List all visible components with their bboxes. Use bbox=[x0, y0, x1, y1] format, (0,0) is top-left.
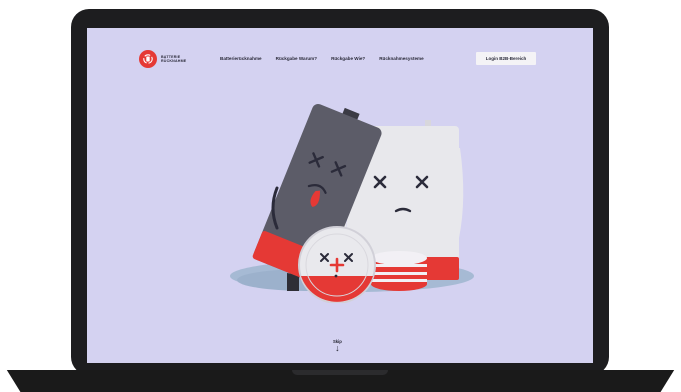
stacked-red-coin-batteries bbox=[371, 251, 427, 291]
nav-link-rueckgabe-wie[interactable]: Rückgabe Wie? bbox=[331, 56, 365, 61]
sad-coin-battery bbox=[298, 226, 376, 303]
nav-link-batterieruecknahme[interactable]: Batterierücknahme bbox=[220, 56, 262, 61]
logo-line-2: RÜCKNAHME bbox=[161, 59, 187, 63]
skip-link[interactable]: Skip ↓ bbox=[333, 339, 342, 353]
site-logo[interactable]: BATTERIE RÜCKNAHME bbox=[139, 50, 186, 68]
logo-wordmark: BATTERIE RÜCKNAHME bbox=[161, 55, 186, 63]
nav-link-ruecknahmesysteme[interactable]: Rücknahmesysteme bbox=[379, 56, 423, 61]
arrow-down-icon: ↓ bbox=[335, 343, 340, 353]
website-screen: BATTERIE RÜCKNAHME Batterierücknahme Rüc… bbox=[87, 28, 593, 363]
sad-batteries-illustration bbox=[230, 103, 474, 303]
nav-link-rueckgabe-warum[interactable]: Rückgabe Warum? bbox=[276, 56, 317, 61]
nav-links: Batterierücknahme Rückgabe Warum? Rückga… bbox=[220, 56, 424, 61]
top-navigation: BATTERIE RÜCKNAHME Batterierücknahme Rüc… bbox=[87, 28, 593, 88]
login-b2b-button[interactable]: Login B2B-Bereich bbox=[476, 52, 536, 65]
recycle-battery-logo-icon bbox=[139, 50, 157, 68]
laptop-notch bbox=[292, 370, 388, 375]
